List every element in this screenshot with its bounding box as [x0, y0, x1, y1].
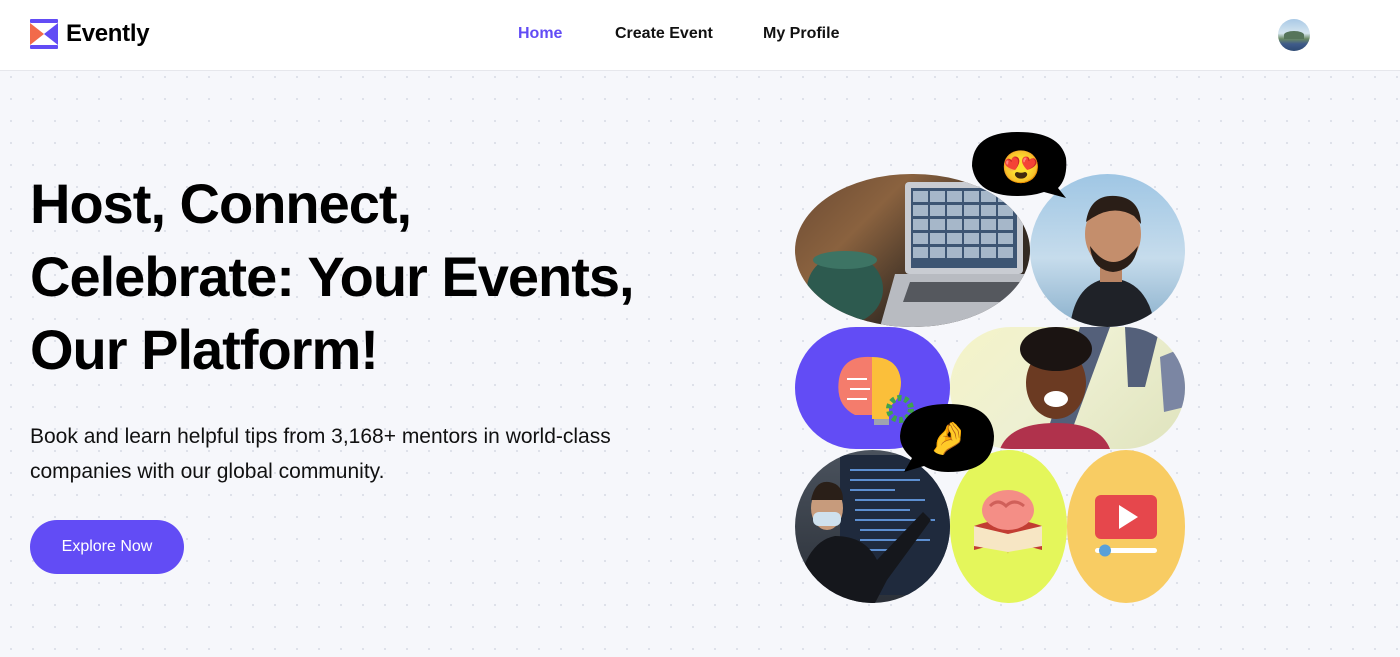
hero-title-line-2: Celebrate: Your Events, — [30, 245, 635, 308]
heart-eyes-emoji: 😍 — [1001, 149, 1041, 185]
presenter-image — [795, 450, 950, 603]
pinched-fingers-emoji: 🤌 — [928, 420, 968, 456]
brain-book-icon — [974, 490, 1042, 554]
speech-bubble-middle — [900, 404, 994, 472]
hero-title: Host, Connect, Celebrate: Your Events, O… — [30, 167, 710, 386]
hero-title-line-1: Host, Connect, — [30, 172, 412, 235]
top-navbar: Evently Home Create Event My Profile — [0, 0, 1400, 71]
nav-create-event[interactable]: Create Event — [615, 25, 713, 43]
logo-icon — [30, 19, 58, 49]
laptop-video-call-image — [795, 174, 1030, 327]
hero-title-line-3: Our Platform! — [30, 318, 379, 381]
brain-lightbulb-icon — [838, 356, 914, 425]
nav-home[interactable]: Home — [518, 25, 562, 43]
video-play-icon — [1095, 495, 1157, 557]
nav-my-profile[interactable]: My Profile — [763, 25, 839, 43]
speech-bubble-top — [972, 132, 1067, 198]
purple-idea-tile — [795, 327, 950, 449]
hero-subtitle: Book and learn helpful tips from 3,168+ … — [30, 425, 611, 483]
smiling-woman-image — [950, 327, 1185, 449]
brand-name: Evently — [66, 20, 150, 47]
laughing-man-image — [1030, 174, 1185, 327]
video-tile — [1067, 450, 1185, 603]
brain-book-tile — [950, 450, 1067, 603]
user-avatar[interactable] — [1278, 19, 1310, 51]
explore-now-button[interactable]: Explore Now — [30, 520, 184, 574]
brand-logo[interactable]: Evently — [30, 19, 150, 49]
